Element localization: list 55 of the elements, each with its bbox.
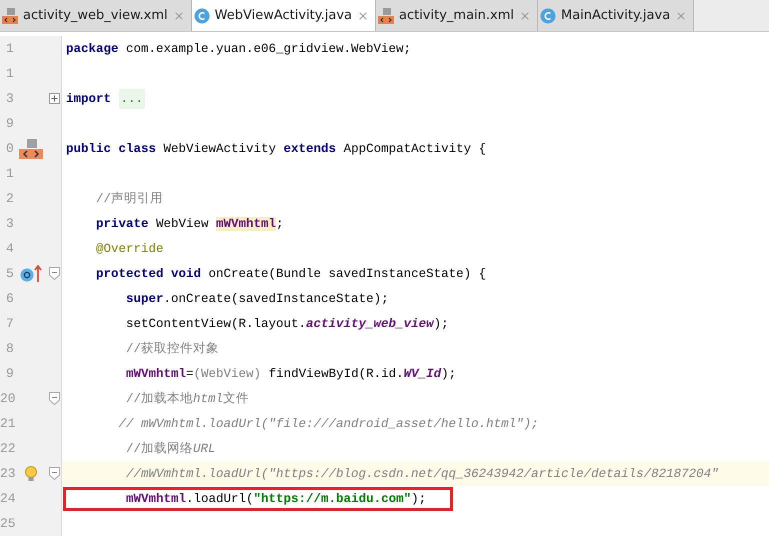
close-icon[interactable] — [675, 10, 688, 22]
collapse-fold-icon[interactable] — [48, 467, 60, 480]
code-line: public class WebViewActivity extends AppCompatActivity { — [66, 142, 486, 156]
code-line: //加载网络URL — [125, 440, 216, 457]
code-line: // mWVmhtml.loadUrl("file:///android_asset/hello.html"); — [118, 416, 539, 430]
line-number: 5 — [4, 266, 14, 281]
class-icon — [194, 8, 210, 24]
code-line: private WebView mWVmhtml; — [95, 216, 284, 230]
code-line: import ... — [66, 92, 146, 106]
close-icon[interactable] — [519, 10, 531, 22]
line-number: 23 — [0, 466, 14, 481]
collapse-fold-icon[interactable] — [48, 267, 60, 280]
line-number: 25 — [0, 516, 14, 531]
line-number: 2 — [4, 191, 14, 206]
xml-file-icon — [2, 8, 18, 24]
line-number: 1 — [4, 66, 14, 81]
line-number: 7 — [4, 316, 14, 331]
line-number: 24 — [0, 491, 14, 506]
line-number: 22 — [0, 441, 14, 456]
highlighted-code-line: mWVmhtml.loadUrl("https://m.baidu.com"); — [66, 490, 450, 508]
collapse-fold-icon[interactable] — [48, 392, 60, 405]
editor-tab[interactable]: activity_web_view.xml — [0, 0, 192, 31]
line-number: 6 — [4, 291, 14, 306]
line-number: 3 — [4, 91, 14, 106]
code-line: //加载本地html文件 — [125, 390, 250, 407]
editor-tab[interactable]: MainActivity.java — [538, 0, 694, 31]
line-number: 4 — [4, 241, 14, 256]
line-number: 1 — [4, 166, 14, 181]
close-icon[interactable] — [172, 10, 185, 22]
line-number: 21 — [0, 416, 14, 431]
line-number: 1 — [4, 41, 14, 56]
close-icon[interactable] — [356, 10, 369, 22]
code-line: protected void onCreate(Bundle savedInstanceState) { — [95, 266, 486, 280]
line-number: 8 — [4, 341, 14, 356]
line-number: 0 — [4, 141, 14, 156]
xml-file-icon[interactable] — [18, 138, 42, 158]
class-icon — [540, 8, 556, 24]
line-number: 20 — [0, 391, 14, 406]
editor-tab[interactable]: activity_main.xml — [376, 0, 538, 31]
code-line: //声明引用 — [95, 190, 164, 207]
editor-tab[interactable]: WebViewActivity.java — [192, 0, 376, 31]
override-method-icon[interactable] — [20, 264, 42, 282]
code-line: setContentView(R.layout.activity_web_view); — [125, 316, 449, 330]
line-number: 9 — [4, 366, 14, 381]
line-number: 3 — [4, 216, 14, 231]
lightbulb-icon[interactable] — [24, 466, 37, 482]
code-line: mWVmhtml=(WebView) findViewById(R.id.WV_Id); — [125, 366, 456, 380]
code-line: //获取控件对象 — [125, 340, 220, 357]
line-number: 9 — [4, 116, 14, 131]
code-line: package com.example.yuan.e06_gridview.WebView; — [66, 42, 412, 56]
code-line: super.onCreate(savedInstanceState); — [125, 292, 389, 306]
code-line: //mWVmhtml.loadUrl("https://blog.csdn.net/qq_36243942/article/details/82187204" — [125, 466, 719, 480]
code-line: @Override — [95, 242, 164, 256]
expand-fold-icon[interactable] — [48, 93, 60, 104]
xml-file-icon — [378, 8, 394, 24]
